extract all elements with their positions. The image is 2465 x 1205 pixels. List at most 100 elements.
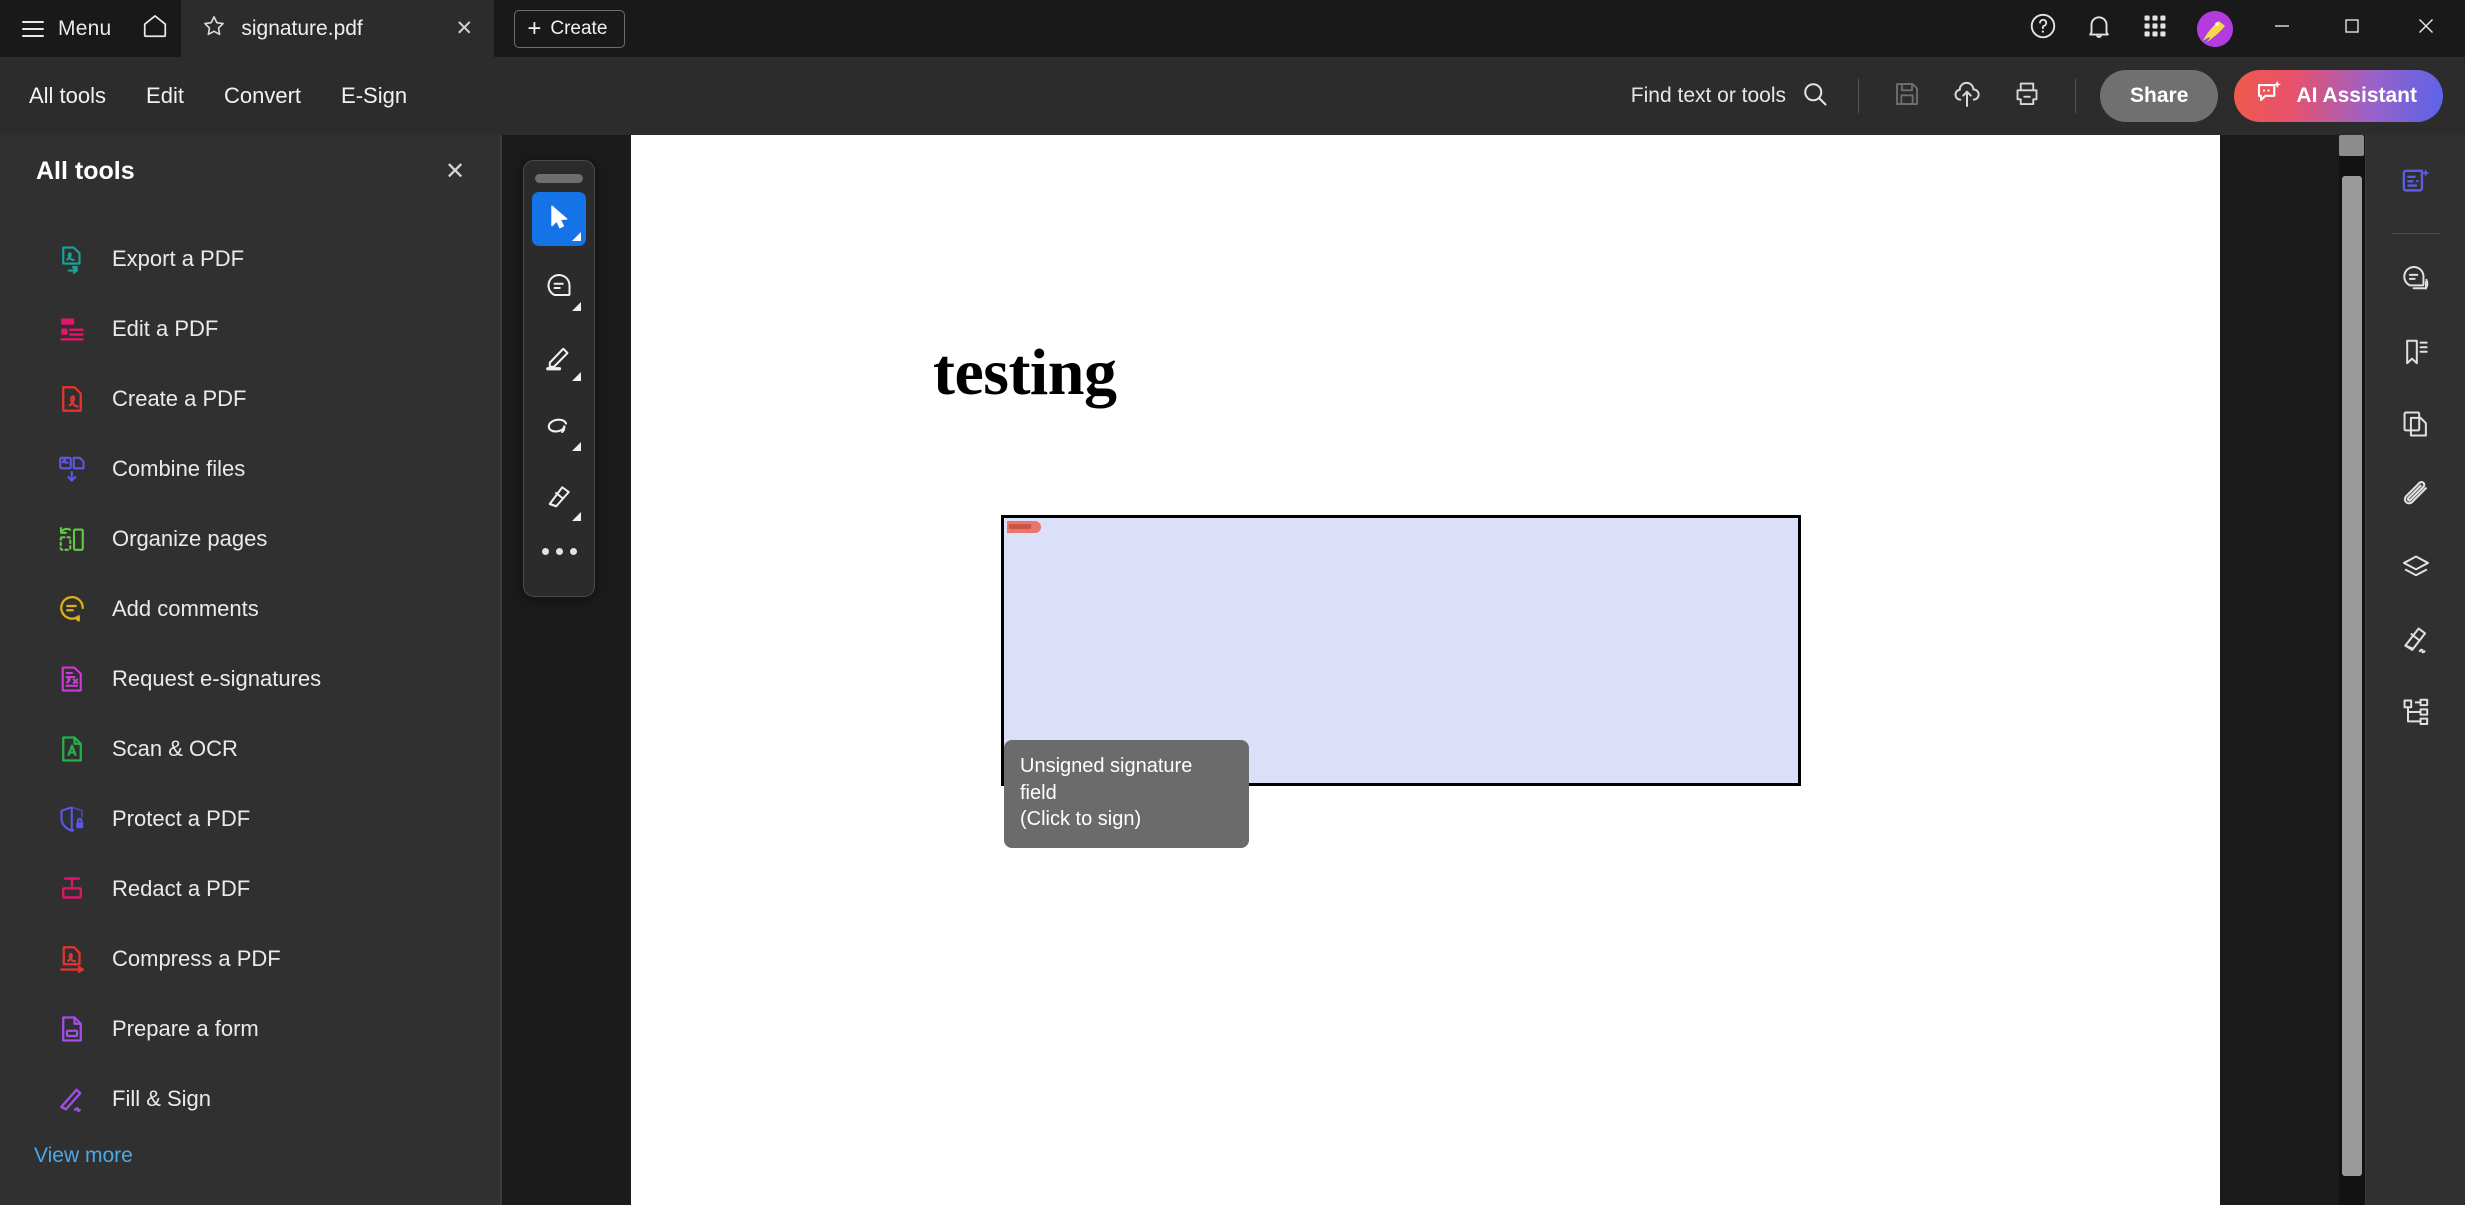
sidebar-item-fill-and-sign[interactable]: Fill & Sign (0, 1064, 500, 1134)
find-text-or-tools-button[interactable]: Find text or tools (1621, 79, 1840, 114)
ai-assistant-panel-button[interactable] (2388, 157, 2444, 213)
freehand-loop-icon (544, 412, 574, 447)
comment-tool-button[interactable] (532, 262, 586, 316)
document-tab[interactable]: signature.pdf ✕ (181, 0, 495, 57)
view-more-link[interactable]: View more (0, 1134, 133, 1168)
compress-pdf-icon (56, 943, 88, 975)
home-icon (141, 12, 169, 45)
sidebar-item-compress-a-pdf[interactable]: Compress a PDF (0, 924, 500, 994)
sidebar-item-label: Combine files (112, 456, 246, 481)
sidebar-item-export-a-pdf[interactable]: Export a PDF (0, 224, 500, 294)
more-tools-icon[interactable] (541, 548, 577, 555)
fountain-pen-icon (544, 482, 574, 517)
user-avatar[interactable] (2197, 10, 2233, 47)
sidebar-item-create-a-pdf[interactable]: Create a PDF (0, 364, 500, 434)
pdf-page: testing Unsigned signature field (Click … (631, 135, 2220, 1205)
sidebar-item-label: Scan & OCR (112, 736, 238, 761)
prepare-form-icon (56, 1013, 88, 1045)
close-window-icon (2413, 13, 2439, 44)
export-pdf-icon (56, 243, 88, 275)
sidebar-item-combine-files[interactable]: Combine files (0, 434, 500, 504)
sidebar-item-edit-a-pdf[interactable]: Edit a PDF (0, 294, 500, 364)
print-button[interactable] (2001, 70, 2053, 122)
sidebar-item-prepare-a-form[interactable]: Prepare a form (0, 994, 500, 1064)
tab-edit[interactable]: Edit (126, 57, 204, 135)
hamburger-icon (22, 20, 44, 37)
sidebar-item-request-e-signatures[interactable]: Request e-signatures (0, 644, 500, 714)
sidebar-item-protect-a-pdf[interactable]: Protect a PDF (0, 784, 500, 854)
attachments-icon (2400, 480, 2432, 517)
maximize-button[interactable] (2317, 0, 2387, 57)
sign-tool-button[interactable] (532, 472, 586, 526)
save-button[interactable] (1881, 70, 1933, 122)
bookmarks-panel-button[interactable] (2388, 326, 2444, 382)
sidebar-item-redact-a-pdf[interactable]: Redact a PDF (0, 854, 500, 924)
home-button[interactable] (129, 0, 181, 57)
menu-button[interactable]: Menu (0, 0, 129, 57)
app-grid-button[interactable] (2127, 0, 2183, 57)
sign-panel-button[interactable] (2388, 614, 2444, 670)
help-icon (2028, 11, 2058, 46)
sidebar-item-scan-and-ocr[interactable]: Scan & OCR (0, 714, 500, 784)
tab-convert-label: Convert (223, 83, 302, 108)
tags-structure-icon (2400, 696, 2432, 733)
unsigned-signature-field[interactable]: Unsigned signature field (Click to sign) (1001, 515, 1801, 848)
tab-all-tools[interactable]: All tools (9, 57, 126, 135)
sidebar-item-label: Organize pages (112, 526, 268, 551)
edit-pdf-icon (56, 313, 88, 345)
tool-options-chevron-icon[interactable] (572, 442, 581, 451)
tab-esign[interactable]: E-Sign (321, 57, 427, 135)
toolbar-drag-handle[interactable] (535, 174, 583, 183)
sidebar-item-label: Edit a PDF (112, 316, 219, 341)
tab-close-icon[interactable]: ✕ (450, 15, 478, 43)
notifications-bell-icon (2084, 11, 2114, 46)
attachments-button[interactable] (2388, 470, 2444, 526)
scroll-up-button[interactable] (2339, 135, 2364, 156)
sidebar-item-label: Fill & Sign (112, 1086, 212, 1111)
cloud-upload-button[interactable] (1941, 70, 1993, 122)
menu-label: Menu (58, 16, 112, 40)
sidebar-item-label: Protect a PDF (112, 806, 251, 831)
tool-options-chevron-icon[interactable] (572, 302, 581, 311)
protect-pdf-icon (56, 803, 88, 835)
star-icon[interactable] (201, 13, 227, 44)
share-button[interactable]: Share (2100, 70, 2219, 122)
draw-tool-button[interactable] (532, 402, 586, 456)
sidebar-item-add-comments[interactable]: Add comments (0, 574, 500, 644)
layers-icon (2400, 552, 2432, 589)
sidebar-item-organize-pages[interactable]: Organize pages (0, 504, 500, 574)
close-panel-icon[interactable]: ✕ (436, 153, 474, 191)
scrollbar-thumb[interactable] (2342, 176, 2362, 1176)
toolbar-separator-1 (1858, 79, 1860, 113)
rail-separator (2391, 233, 2440, 234)
tool-list: Export a PDF Edit a PDF Create a PDF Com… (0, 208, 500, 1134)
comments-panel-button[interactable] (2388, 254, 2444, 310)
tags-structure-button[interactable] (2388, 686, 2444, 742)
tool-options-chevron-icon[interactable] (572, 512, 581, 521)
help-button[interactable] (2015, 0, 2071, 57)
notifications-button[interactable] (2071, 0, 2127, 57)
comment-bubble-icon (544, 272, 574, 307)
app-grid-icon (2141, 12, 2169, 45)
search-icon (1800, 79, 1830, 114)
comments-panel-icon (2400, 264, 2432, 301)
sidebar-item-label: Add comments (112, 596, 259, 621)
layers-button[interactable] (2388, 542, 2444, 598)
tab-convert[interactable]: Convert (204, 57, 321, 135)
sidebar-item-label: Prepare a form (112, 1016, 259, 1041)
share-label: Share (2130, 84, 2189, 107)
page-thumbnails-button[interactable] (2388, 398, 2444, 454)
ai-sparkle-icon (2254, 78, 2284, 114)
page-thumbnails-icon (2400, 408, 2432, 445)
ai-assistant-button[interactable]: AI Assistant (2234, 70, 2443, 122)
close-window-button[interactable] (2387, 0, 2465, 57)
select-tool-button[interactable] (532, 192, 586, 246)
vertical-scrollbar[interactable] (2339, 135, 2365, 1205)
tool-options-chevron-icon[interactable] (572, 232, 581, 241)
tool-options-chevron-icon[interactable] (572, 372, 581, 381)
create-button[interactable]: + Create (514, 9, 626, 48)
highlight-tool-button[interactable] (532, 332, 586, 386)
all-tools-panel: All tools ✕ Export a PDF Edit a PDF Crea… (0, 135, 500, 1205)
document-viewer: testing Unsigned signature field (Click … (502, 135, 2365, 1205)
minimize-button[interactable] (2247, 0, 2317, 57)
